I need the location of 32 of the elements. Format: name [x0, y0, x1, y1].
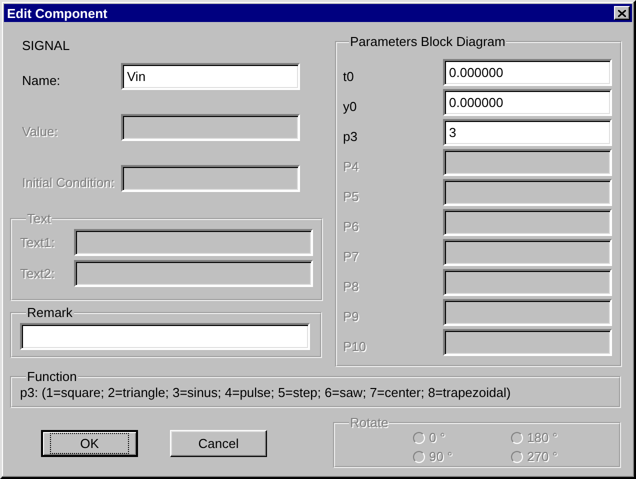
- group-title: Rotate: [349, 416, 390, 430]
- field-label: P4: [343, 158, 360, 174]
- remark-field[interactable]: [20, 323, 310, 350]
- group-title: Remark: [26, 306, 74, 320]
- input-field[interactable]: Vin: [121, 63, 300, 90]
- field-label: p3: [343, 128, 358, 144]
- field-label: t0: [343, 68, 355, 84]
- field-label: P7: [343, 248, 360, 264]
- input-field[interactable]: 0.000000: [443, 89, 612, 116]
- group-title: Function: [26, 370, 78, 384]
- field-label: Text1:: [20, 235, 56, 250]
- field-label: P9: [343, 308, 360, 324]
- window-title: Edit Component: [7, 6, 108, 20]
- ok-button[interactable]: OK: [41, 430, 138, 457]
- group-title: Text: [26, 212, 52, 226]
- field-label: P10: [343, 338, 368, 354]
- section-title: SIGNAL: [22, 38, 70, 54]
- field-label: Text2:: [20, 266, 56, 281]
- field-label: y0: [343, 98, 358, 114]
- field-label: P8: [343, 278, 360, 294]
- field-label: P6: [343, 218, 360, 234]
- cancel-button[interactable]: Cancel: [170, 430, 267, 457]
- input-field[interactable]: 0.000000: [443, 59, 612, 86]
- field-label: Value:: [21, 123, 59, 139]
- group-title: Parameters Block Diagram: [349, 35, 506, 49]
- field-label: Initial Condition:: [21, 174, 116, 190]
- input-field[interactable]: 3: [443, 119, 612, 146]
- field-label: Name:: [21, 72, 62, 88]
- function-description: p3: (1=square; 2=triangle; 3=sinus; 4=pulse; 5=step; 6=saw; 7=center; 8=trapezoidal): [20, 385, 511, 400]
- close-button[interactable]: [614, 6, 630, 20]
- field-label: P5: [343, 188, 360, 204]
- close-icon: [618, 10, 626, 16]
